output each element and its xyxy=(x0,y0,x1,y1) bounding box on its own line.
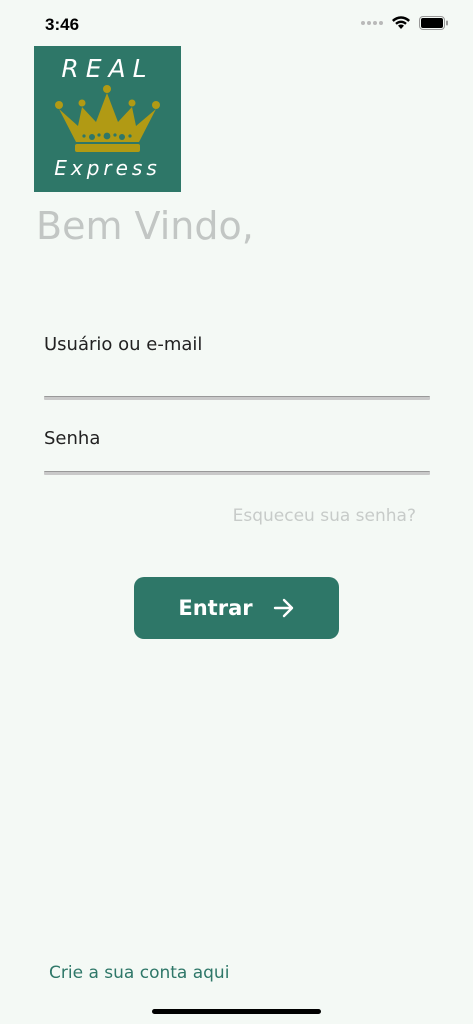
wifi-icon xyxy=(392,16,410,29)
app-logo: REAL Express xyxy=(34,46,181,192)
username-input[interactable] xyxy=(44,360,430,369)
login-screen: 3:46 REAL Express Bem Vindo, Usuário ou … xyxy=(0,0,473,1024)
status-icons xyxy=(361,15,449,30)
status-time: 3:46 xyxy=(45,15,80,34)
password-input[interactable] xyxy=(44,454,430,463)
battery-icon xyxy=(419,15,448,30)
username-label: Usuário ou e-mail xyxy=(44,334,203,355)
welcome-heading: Bem Vindo, xyxy=(36,204,254,248)
username-underline xyxy=(44,396,430,400)
forgot-password-link[interactable]: Esqueceu sua senha? xyxy=(233,506,416,526)
crown-icon xyxy=(55,85,160,152)
status-bar: 3:46 xyxy=(0,0,473,50)
logo-text-real: REAL xyxy=(61,54,154,83)
login-button-label: Entrar xyxy=(178,596,253,620)
home-indicator[interactable] xyxy=(152,1009,321,1014)
password-field[interactable]: Senha xyxy=(44,428,430,475)
username-field[interactable]: Usuário ou e-mail xyxy=(44,334,430,400)
login-button[interactable]: Entrar xyxy=(134,577,339,639)
create-account-link[interactable]: Crie a sua conta aqui xyxy=(49,963,229,983)
password-label: Senha xyxy=(44,428,101,449)
logo-text-express: Express xyxy=(54,156,161,180)
cellular-dots-icon xyxy=(361,20,383,25)
password-underline xyxy=(44,471,430,475)
arrow-right-icon xyxy=(273,598,293,618)
